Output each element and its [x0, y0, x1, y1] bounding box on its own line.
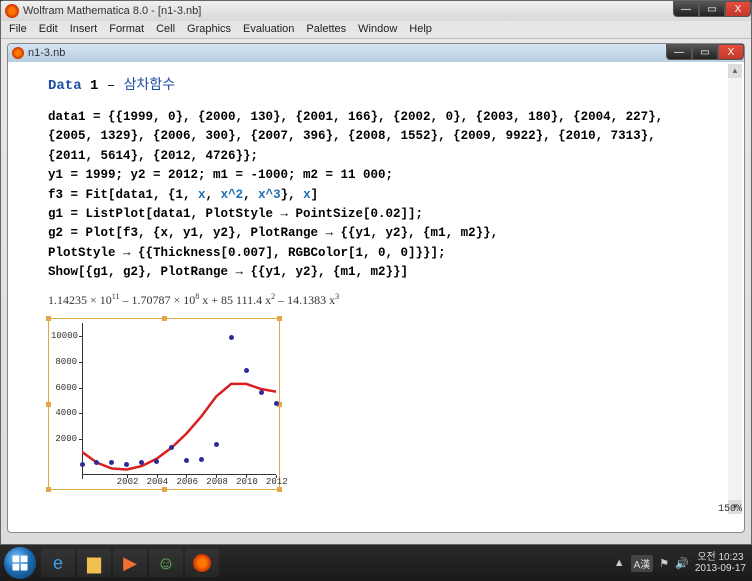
data-point — [124, 462, 129, 467]
output-plot[interactable]: 2000 4000 6000 8000 10000 2002 2004 2006 2008 201… — [48, 318, 280, 490]
x-tick-label: 2002 — [117, 477, 139, 487]
app-window: Wolfram Mathematica 8.0 - [n1-3.nb] — ▭ … — [0, 0, 752, 545]
menu-cell[interactable]: Cell — [156, 23, 175, 36]
y-tick-label: 2000 — [51, 434, 77, 444]
data-point — [184, 458, 189, 463]
taskbar-app-explorer[interactable]: ▆ — [77, 549, 111, 577]
section-title: Data 1 – 삼차함수 — [48, 74, 704, 94]
taskbar-app-media[interactable]: ▶ — [113, 549, 147, 577]
y-tick-label: 10000 — [51, 331, 77, 341]
x-tick-label: 2006 — [176, 477, 198, 487]
menu-format[interactable]: Format — [109, 23, 144, 36]
notebook-title: n1-3.nb — [28, 47, 65, 59]
fitted-curve — [82, 321, 276, 477]
input-cell[interactable]: data1 = {{1999, 0}, {2000, 130}, {2001, … — [48, 108, 704, 282]
start-button[interactable] — [4, 547, 36, 579]
data-point — [80, 462, 85, 467]
menu-palettes[interactable]: Palettes — [306, 23, 346, 36]
zoom-level[interactable]: 150% — [718, 504, 742, 515]
y-tick-label: 4000 — [51, 408, 77, 418]
y-axis — [82, 323, 83, 479]
app-title: Wolfram Mathematica 8.0 - [n1-3.nb] — [23, 5, 201, 17]
menu-file[interactable]: File — [9, 23, 27, 36]
notebook-window-controls: — ▭ X — [666, 44, 744, 60]
mathematica-icon — [12, 47, 24, 59]
app-title-bar[interactable]: Wolfram Mathematica 8.0 - [n1-3.nb] — ▭ … — [1, 1, 751, 21]
data-point — [259, 390, 264, 395]
y-tick-label: 6000 — [51, 383, 77, 393]
data-point — [94, 460, 99, 465]
notebook-minimize-button[interactable]: — — [666, 44, 692, 60]
tray-show-hidden-icon[interactable]: ▲ — [614, 557, 625, 569]
menu-window[interactable]: Window — [358, 23, 397, 36]
language-indicator[interactable]: A漢 — [631, 555, 654, 572]
menu-edit[interactable]: Edit — [39, 23, 58, 36]
close-button[interactable]: X — [725, 1, 751, 17]
data-point — [244, 368, 249, 373]
data-point — [199, 457, 204, 462]
action-center-icon[interactable]: ⚑ — [659, 557, 669, 570]
data-point — [169, 445, 174, 450]
menu-bar: File Edit Insert Format Cell Graphics Ev… — [1, 21, 751, 39]
y-tick-label: 8000 — [51, 357, 77, 367]
data-point — [274, 401, 279, 406]
menu-help[interactable]: Help — [409, 23, 432, 36]
system-tray[interactable]: ▲ A漢 ⚑ 🔊 오전 10:23 2013-09-17 — [614, 545, 746, 581]
mathematica-icon — [5, 4, 19, 18]
notebook-content[interactable]: Data 1 – 삼차함수 data1 = {{1999, 0}, {2000,… — [8, 62, 744, 517]
notebook-maximize-button[interactable]: ▭ — [692, 44, 718, 60]
data-point — [229, 335, 234, 340]
taskbar-app-chat[interactable]: ☺ — [149, 549, 183, 577]
notebook-close-button[interactable]: X — [718, 44, 744, 60]
windows-icon — [11, 554, 29, 572]
data-point — [139, 460, 144, 465]
data-point — [214, 442, 219, 447]
plot-area: 2000 4000 6000 8000 10000 2002 2004 2006 2008 201… — [49, 319, 279, 489]
app-window-controls: — ▭ X — [673, 1, 751, 17]
data-point — [154, 459, 159, 464]
x-tick-label: 2010 — [236, 477, 258, 487]
x-tick-label: 2004 — [147, 477, 169, 487]
menu-evaluation[interactable]: Evaluation — [243, 23, 294, 36]
output-expression: 1.14235 × 1011 – 1.70787 × 108 x + 85 11… — [48, 292, 704, 308]
taskbar-app-ie[interactable]: e — [41, 549, 75, 577]
menu-insert[interactable]: Insert — [70, 23, 98, 36]
clock[interactable]: 오전 10:23 2013-09-17 — [695, 552, 746, 574]
taskbar-app-mathematica[interactable] — [185, 549, 219, 577]
maximize-button[interactable]: ▭ — [699, 1, 725, 17]
x-tick-label: 2012 — [266, 477, 288, 487]
minimize-button[interactable]: — — [673, 1, 699, 17]
menu-graphics[interactable]: Graphics — [187, 23, 231, 36]
taskbar[interactable]: e ▆ ▶ ☺ ▲ A漢 ⚑ 🔊 오전 10:23 2013-09-17 — [0, 545, 752, 581]
data-point — [109, 460, 114, 465]
volume-icon[interactable]: 🔊 — [675, 557, 689, 570]
notebook-title-bar[interactable]: n1-3.nb — ▭ X — [8, 44, 744, 62]
notebook-window: n1-3.nb — ▭ X ▲ ▼ Data 1 – 삼차함수 data1 = … — [7, 43, 745, 533]
x-tick-label: 2008 — [206, 477, 228, 487]
